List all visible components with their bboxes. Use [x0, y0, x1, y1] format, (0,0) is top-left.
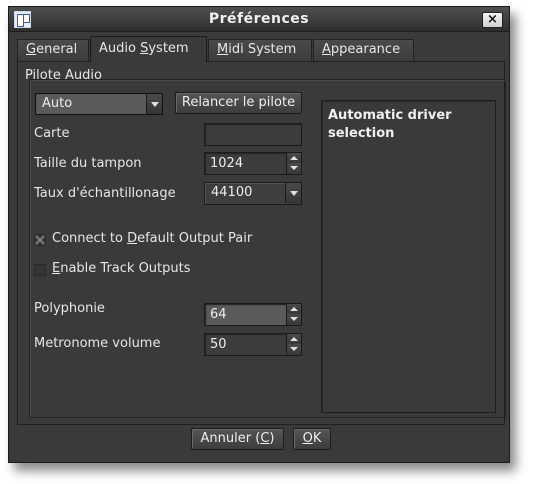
window-title: Préférences — [208, 11, 310, 27]
tab-general-label: eneral — [36, 42, 78, 57]
driver-select[interactable]: Auto — [35, 93, 163, 115]
card-field[interactable] — [204, 123, 302, 146]
tab-general-mnemonic: G — [26, 42, 37, 57]
tab-midi-system-mnemonic: M — [217, 42, 229, 57]
tab-appearance-mnemonic: A — [322, 42, 331, 57]
polyphony-value: 64 — [210, 307, 227, 322]
buffer-size-label: Taille du tampon — [34, 156, 142, 171]
ok-mnemonic: O — [302, 431, 313, 446]
tab-midi-system-label: idi System — [228, 42, 297, 57]
track-outputs-mnemonic: E — [52, 261, 61, 276]
tab-midi-system[interactable]: Midi System — [208, 39, 312, 61]
track-outputs-label[interactable]: Enable Track Outputs — [52, 261, 191, 276]
group-title: Pilote Audio — [25, 68, 102, 83]
spin-down-icon[interactable] — [286, 344, 301, 355]
close-icon: × — [487, 12, 498, 27]
cancel-label-pre: Annuler ( — [200, 431, 261, 446]
metronome-volume-value: 50 — [210, 337, 227, 352]
track-outputs-checkbox[interactable] — [34, 264, 46, 276]
connect-default-label-rest: efault Output Pair — [137, 231, 253, 246]
close-button[interactable]: × — [482, 12, 503, 28]
tab-appearance[interactable]: Appearance — [313, 39, 414, 61]
connect-default-mnemonic: D — [127, 231, 138, 246]
card-label: Carte — [34, 126, 70, 141]
preferences-window: Préférences × General Audio System Midi … — [8, 6, 510, 463]
sample-rate-label: Taux d'échantillonage — [34, 186, 176, 201]
tab-audio-system-label-pre: Audio — [99, 41, 141, 56]
spin-down-icon[interactable] — [286, 314, 301, 325]
chevron-down-icon[interactable] — [285, 183, 301, 203]
sample-rate-select[interactable]: 44100 — [204, 182, 302, 205]
cancel-label-post: ) — [269, 431, 275, 446]
driver-info-text: Automatic driver selection — [328, 108, 452, 141]
tab-audio-system[interactable]: Audio System — [90, 36, 207, 62]
driver-select-value: Auto — [42, 96, 73, 111]
connect-default-checkbox[interactable] — [34, 234, 46, 246]
polyphony-spinbox[interactable]: 64 — [204, 303, 302, 326]
title-bar[interactable]: Préférences × — [9, 7, 509, 32]
metronome-volume-label: Metronome volume — [34, 336, 161, 351]
sample-rate-value: 44100 — [211, 185, 253, 200]
restart-driver-button[interactable]: Relancer le pilote — [175, 92, 302, 114]
tab-audio-system-label: ystem — [148, 41, 189, 56]
driver-info-panel: Automatic driver selection — [321, 100, 496, 413]
tab-general[interactable]: General — [17, 39, 89, 61]
cancel-button[interactable]: Annuler (C) — [191, 428, 284, 450]
connect-default-label-pre: Connect to — [52, 231, 128, 246]
track-outputs-label-rest: nable Track Outputs — [60, 261, 191, 276]
connect-default-label[interactable]: Connect to Default Output Pair — [52, 231, 252, 246]
ok-button[interactable]: OK — [293, 428, 331, 450]
buffer-size-spinbox[interactable]: 1024 — [204, 152, 302, 175]
metronome-volume-spinbox[interactable]: 50 — [204, 333, 302, 356]
chevron-down-icon[interactable] — [146, 94, 162, 114]
buffer-size-value: 1024 — [210, 156, 244, 171]
polyphony-label: Polyphonie — [34, 301, 105, 316]
ok-label-rest: K — [312, 431, 322, 446]
spin-down-icon[interactable] — [286, 163, 301, 174]
tab-appearance-label: ppearance — [330, 42, 401, 57]
